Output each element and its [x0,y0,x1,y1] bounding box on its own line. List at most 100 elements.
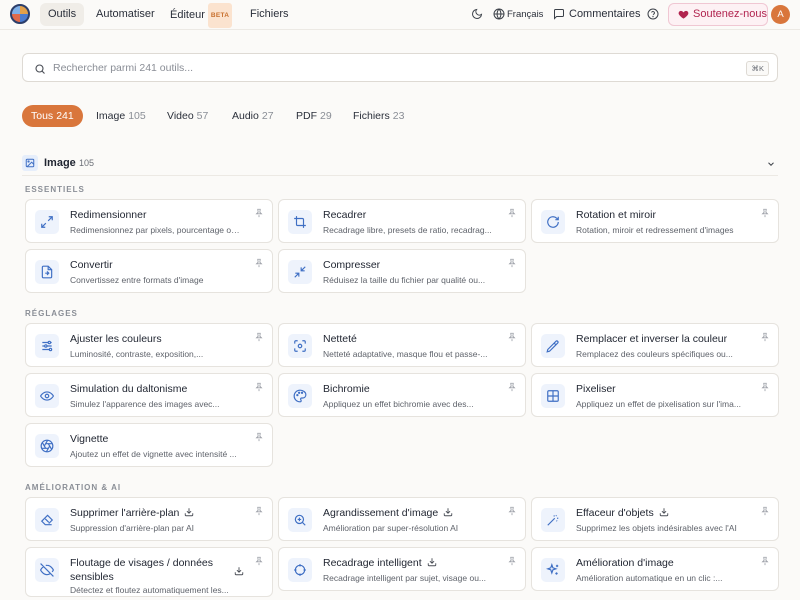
tool-card[interactable]: Floutage de visages / données sensibles … [25,547,273,597]
filter-audio[interactable]: Audio 27 [232,105,274,127]
rotate-icon [541,210,565,234]
tool-title: Effaceur d'objets [576,507,669,519]
target-icon [288,558,312,582]
filter-video[interactable]: Video 57 [167,105,208,127]
search-input[interactable] [53,59,653,77]
tool-card[interactable]: Remplacer et inverser la couleur Remplac… [531,323,779,367]
compress-icon [288,260,312,284]
tool-description: Réduisez la taille du fichier par qualit… [323,275,486,285]
comments-link[interactable]: Commentaires [569,8,641,21]
pin-icon[interactable] [507,382,517,392]
nav-automatiser[interactable]: Automatiser [88,3,163,26]
section-label-essentiels: ESSENTIELS [25,185,85,194]
tool-description: Rotation, miroir et redressement d'image… [576,225,734,235]
pin-icon[interactable] [507,506,517,516]
nav-fichiers[interactable]: Fichiers [242,3,297,26]
tool-card[interactable]: Rotation et miroir Rotation, miroir et r… [531,199,779,243]
pin-icon[interactable] [254,506,264,516]
language-selector[interactable]: Français [507,8,543,21]
tool-description: Netteté adaptative, masque flou et passe… [323,349,488,359]
filter-label: Tous [31,110,54,122]
tool-description: Amélioration par super-résolution AI [323,523,459,533]
heart-icon [678,10,689,19]
pin-icon[interactable] [760,332,770,342]
tool-card[interactable]: Pixeliser Appliquez un effet de pixelisa… [531,373,779,417]
avatar[interactable]: A [771,5,790,24]
tool-description: Amélioration automatique en un clic :... [576,573,723,583]
tool-card[interactable]: Redimensionner Redimensionnez par pixels… [25,199,273,243]
comment-icon[interactable] [553,8,565,20]
tool-title: Amélioration d'image [576,557,674,569]
tool-title: Convertir [70,259,113,271]
palette-icon [288,384,312,408]
support-label: Soutenez-nous [693,8,767,20]
pin-icon[interactable] [254,258,264,268]
tool-card[interactable]: Agrandissement d'image Amélioration par … [278,497,526,541]
pin-icon[interactable] [507,556,517,566]
tool-title: Redimensionner [70,209,147,221]
tool-description: Appliquez un effet de pixelisation sur l… [576,399,741,409]
tool-card[interactable]: Recadrage intelligent Recadrage intellig… [278,547,526,591]
tool-description: Recadrage libre, presets de ratio, recad… [323,225,492,235]
eye-off-icon [35,558,59,582]
filter-image[interactable]: Image 105 [96,105,146,127]
pin-icon[interactable] [254,208,264,218]
chevron-down-icon[interactable] [766,159,776,169]
filter-tous[interactable]: Tous 241 [22,105,83,127]
tool-card[interactable]: Recadrer Recadrage libre, presets de rat… [278,199,526,243]
pin-icon[interactable] [254,556,264,566]
pin-icon[interactable] [760,556,770,566]
pin-icon[interactable] [760,208,770,218]
tool-title: Floutage de visages / données sensibles [70,557,214,583]
zoom-in-icon [288,508,312,532]
filter-label: Fichiers [353,110,390,122]
section-label-amelioration-ai: AMÉLIORATION & AI [25,483,122,492]
tool-description: Recadrage intelligent par sujet, visage … [323,573,487,583]
pin-icon[interactable] [254,382,264,392]
tool-card[interactable]: Supprimer l'arrière-plan Suppression d'a… [25,497,273,541]
pin-icon[interactable] [507,258,517,268]
tool-title-text: Effaceur d'objets [576,507,654,519]
filter-pdf[interactable]: PDF 29 [296,105,332,127]
nav-editeur[interactable]: Éditeur BETA [162,3,240,28]
pin-icon[interactable] [507,332,517,342]
pin-icon[interactable] [760,506,770,516]
tool-title: Agrandissement d'image [323,507,453,519]
filter-label: Image [96,110,126,122]
search-icon [35,64,45,74]
eraser-icon [35,508,59,532]
search-bar[interactable]: ⌘K [22,53,778,82]
beta-badge: BETA [207,3,233,28]
top-nav: Outils Automatiser Éditeur BETA Fichiers … [0,0,800,30]
tool-card[interactable]: Simulation du daltonisme Simulez l'appar… [25,373,273,417]
tool-title: Vignette [70,433,109,445]
tool-description: Supprimez les objets indésirables avec l… [576,523,737,533]
tool-card[interactable]: Netteté Netteté adaptative, masque flou … [278,323,526,367]
filter-fichiers[interactable]: Fichiers 23 [353,105,404,127]
help-icon[interactable] [647,8,659,20]
filter-label: Audio [232,110,259,122]
filter-label: Video [167,110,194,122]
tool-card[interactable]: Ajuster les couleurs Luminosité, contras… [25,323,273,367]
support-button[interactable]: Soutenez-nous [668,3,768,26]
tool-card[interactable]: Amélioration d'image Amélioration automa… [531,547,779,591]
pin-icon[interactable] [254,332,264,342]
app-logo[interactable] [10,4,30,24]
filter-count: 27 [261,110,274,122]
category-header-image[interactable]: Image 105 [22,155,778,175]
pin-icon[interactable] [760,382,770,392]
tool-card[interactable]: Vignette Ajoutez un effet de vignette av… [25,423,273,467]
tool-card[interactable]: Convertir Convertissez entre formats d'i… [25,249,273,293]
theme-toggle-moon-icon[interactable] [471,8,483,20]
tool-card[interactable]: Bichromie Appliquez un effet bichromie a… [278,373,526,417]
tool-description: Convertissez entre formats d'image [70,275,204,285]
tool-card[interactable]: Effaceur d'objets Supprimez les objets i… [531,497,779,541]
tool-card[interactable]: Compresser Réduisez la taille du fichier… [278,249,526,293]
globe-icon[interactable] [493,8,505,20]
keyboard-shortcut-badge: ⌘K [746,61,769,76]
nav-outils[interactable]: Outils [40,3,85,26]
pin-icon[interactable] [507,208,517,218]
grid-icon [541,384,565,408]
filter-count: 241 [56,110,74,122]
pin-icon[interactable] [254,432,264,442]
